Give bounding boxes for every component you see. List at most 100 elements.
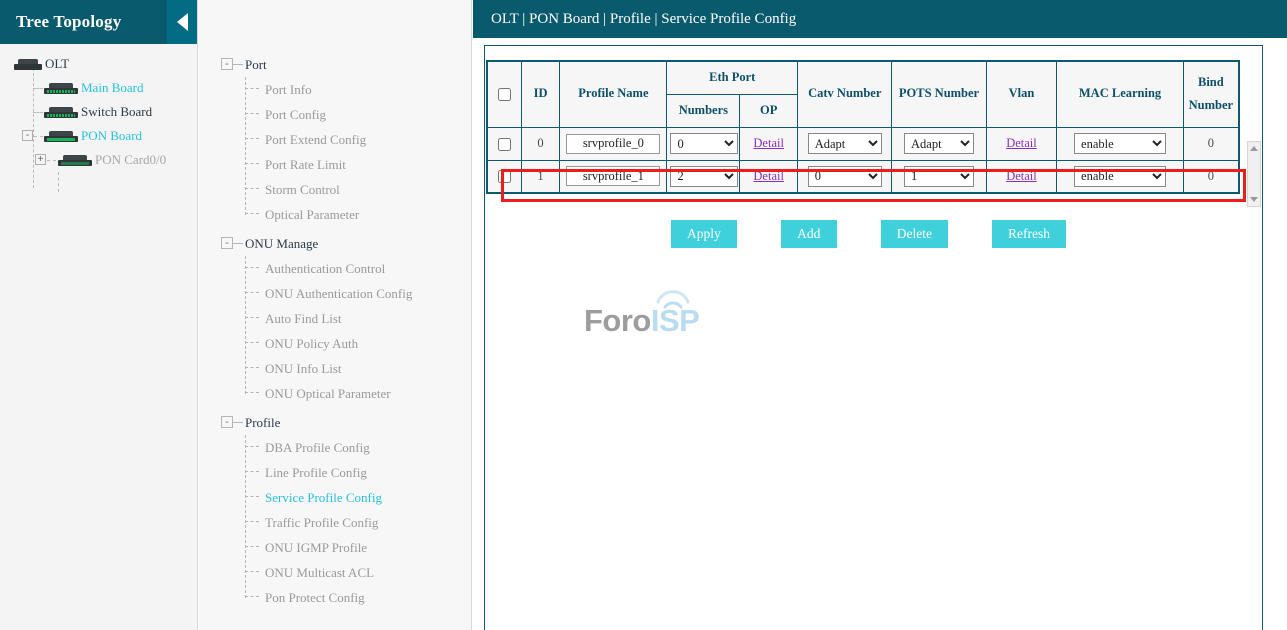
header-pots-number: POTS Number: [892, 61, 986, 127]
pots-number-select[interactable]: Adapt012: [904, 166, 974, 187]
nav-item-onu-policy-auth[interactable]: ONU Policy Auth: [199, 331, 471, 356]
main-area: OLT | PON Board | Profile | Service Prof…: [473, 0, 1287, 630]
device-board-icon: [44, 107, 78, 118]
nav-item-label: Storm Control: [265, 182, 340, 198]
content-panel: ID Profile Name Eth Port Catv Number POT…: [484, 45, 1263, 630]
nav-expander-icon[interactable]: -: [221, 416, 233, 428]
scroll-down-arrow-icon[interactable]: [1250, 197, 1258, 202]
nav-item-port-info[interactable]: Port Info: [199, 77, 471, 102]
vlan-detail-link[interactable]: Detail: [1006, 136, 1037, 150]
nav-group-onu-manage[interactable]: -ONU Manage: [199, 231, 471, 256]
tree-item-switch-board[interactable]: Switch Board: [0, 100, 197, 124]
header-eth-numbers: Numbers: [667, 94, 740, 127]
breadcrumb: OLT | PON Board | Profile | Service Prof…: [473, 0, 1287, 38]
profile-name-input[interactable]: [566, 134, 660, 154]
tree-item-olt[interactable]: OLT: [0, 52, 197, 76]
apply-button[interactable]: Apply: [671, 220, 737, 248]
nav-item-port-config[interactable]: Port Config: [199, 102, 471, 127]
add-button[interactable]: Add: [781, 220, 837, 248]
nav-item-label: Traffic Profile Config: [265, 515, 378, 531]
table-vertical-scrollbar[interactable]: [1247, 141, 1261, 207]
cell-profile-name: [560, 127, 667, 160]
header-bind-number-line1: Bind: [1198, 75, 1224, 89]
tree-tick: [34, 136, 43, 137]
feature-nav-panel: -PortPort InfoPort ConfigPort Extend Con…: [199, 0, 472, 630]
mac-learning-select[interactable]: enabledisable: [1074, 133, 1166, 154]
tree-item-label: Switch Board: [81, 104, 152, 120]
nav-expander-icon[interactable]: -: [221, 237, 233, 249]
nav-item-service-profile-config[interactable]: Service Profile Config: [199, 485, 471, 510]
nav-item-port-rate-limit[interactable]: Port Rate Limit: [199, 152, 471, 177]
nav-group-profile[interactable]: -Profile: [199, 410, 471, 435]
refresh-button[interactable]: Refresh: [992, 220, 1066, 248]
device-pon-board-icon: [44, 131, 78, 142]
watermark-foro: Foro: [584, 303, 651, 338]
nav-item-onu-igmp-profile[interactable]: ONU IGMP Profile: [199, 535, 471, 560]
nav-item-label: Line Profile Config: [265, 465, 367, 481]
nav-item-label: ONU Optical Parameter: [265, 386, 391, 402]
table-row[interactable]: 0 01234 Detail Adapt01 Adapt012 Detail enabled…: [487, 127, 1239, 160]
cell-row-checkbox: [487, 127, 521, 160]
tree-expander-icon[interactable]: +: [35, 154, 46, 165]
tree-item-pon-board[interactable]: - PON Board: [0, 124, 197, 148]
nav-list: -PortPort InfoPort ConfigPort Extend Con…: [199, 0, 471, 610]
nav-group-port[interactable]: -Port: [199, 52, 471, 77]
nav-item-label: Port Info: [265, 82, 312, 98]
header-catv-number: Catv Number: [798, 61, 892, 127]
row-select-checkbox[interactable]: [498, 138, 511, 151]
cell-vlan: Detail: [986, 160, 1057, 193]
tree-tick: [33, 88, 43, 89]
tree-item-main-board[interactable]: Main Board: [0, 76, 197, 100]
tree-item-label: PON Board: [81, 128, 142, 144]
nav-item-authentication-control[interactable]: Authentication Control: [199, 256, 471, 281]
table-row[interactable]: 101234DetailAdapt01Adapt012Detailenabled…: [487, 160, 1239, 193]
row-select-checkbox[interactable]: [498, 170, 511, 183]
nav-item-dba-profile-config[interactable]: DBA Profile Config: [199, 435, 471, 460]
eth-detail-link[interactable]: Detail: [753, 169, 784, 183]
tree-expander-icon[interactable]: -: [22, 130, 33, 141]
nav-item-pon-protect-config[interactable]: Pon Protect Config: [199, 585, 471, 610]
nav-item-onu-multicast-acl[interactable]: ONU Multicast ACL: [199, 560, 471, 585]
service-profile-table: ID Profile Name Eth Port Catv Number POT…: [486, 60, 1240, 194]
cell-eth-numbers: 01234: [667, 127, 740, 160]
nav-item-onu-optical-parameter[interactable]: ONU Optical Parameter: [199, 381, 471, 406]
cell-pots-number: Adapt012: [892, 127, 986, 160]
nav-item-optical-parameter[interactable]: Optical Parameter: [199, 202, 471, 227]
mac-learning-select[interactable]: enabledisable: [1074, 166, 1166, 187]
nav-item-storm-control[interactable]: Storm Control: [199, 177, 471, 202]
scroll-up-arrow-icon[interactable]: [1250, 146, 1258, 151]
nav-item-onu-authentication-config[interactable]: ONU Authentication Config: [199, 281, 471, 306]
cell-id: 0: [521, 127, 560, 160]
header-bind-number: Bind Number: [1183, 61, 1239, 127]
eth-numbers-select[interactable]: 01234: [670, 166, 738, 187]
nav-item-port-extend-config[interactable]: Port Extend Config: [199, 127, 471, 152]
nav-item-auto-find-list[interactable]: Auto Find List: [199, 306, 471, 331]
select-all-checkbox[interactable]: [498, 88, 511, 101]
pots-number-select[interactable]: Adapt012: [904, 133, 974, 154]
nav-group-label: Port: [245, 57, 267, 73]
cell-mac-learning: enabledisable: [1057, 127, 1183, 160]
eth-numbers-select[interactable]: 01234: [670, 133, 738, 154]
device-tree: OLT Main Board Switch Board -: [0, 44, 197, 172]
eth-detail-link[interactable]: Detail: [753, 136, 784, 150]
nav-item-onu-info-list[interactable]: ONU Info List: [199, 356, 471, 381]
nav-tick: [245, 292, 259, 293]
nav-group-label: Profile: [245, 415, 280, 431]
table-wrap: ID Profile Name Eth Port Catv Number POT…: [485, 60, 1262, 194]
nav-item-traffic-profile-config[interactable]: Traffic Profile Config: [199, 510, 471, 535]
nav-tick: [245, 521, 259, 522]
device-board-icon: [44, 83, 78, 94]
collapse-left-arrow-icon[interactable]: [167, 0, 197, 44]
nav-expander-icon[interactable]: -: [221, 58, 233, 70]
delete-button[interactable]: Delete: [881, 220, 948, 248]
nav-item-line-profile-config[interactable]: Line Profile Config: [199, 460, 471, 485]
nav-tick: [245, 113, 259, 114]
nav-item-label: Port Config: [265, 107, 326, 123]
catv-number-select[interactable]: Adapt01: [808, 133, 882, 154]
catv-number-select[interactable]: Adapt01: [808, 166, 882, 187]
profile-name-input[interactable]: [566, 166, 660, 186]
tree-item-pon-card[interactable]: + PON Card0/0: [0, 148, 197, 172]
nav-tick: [245, 596, 259, 597]
header-mac-learning: MAC Learning: [1057, 61, 1183, 127]
vlan-detail-link[interactable]: Detail: [1006, 169, 1037, 183]
